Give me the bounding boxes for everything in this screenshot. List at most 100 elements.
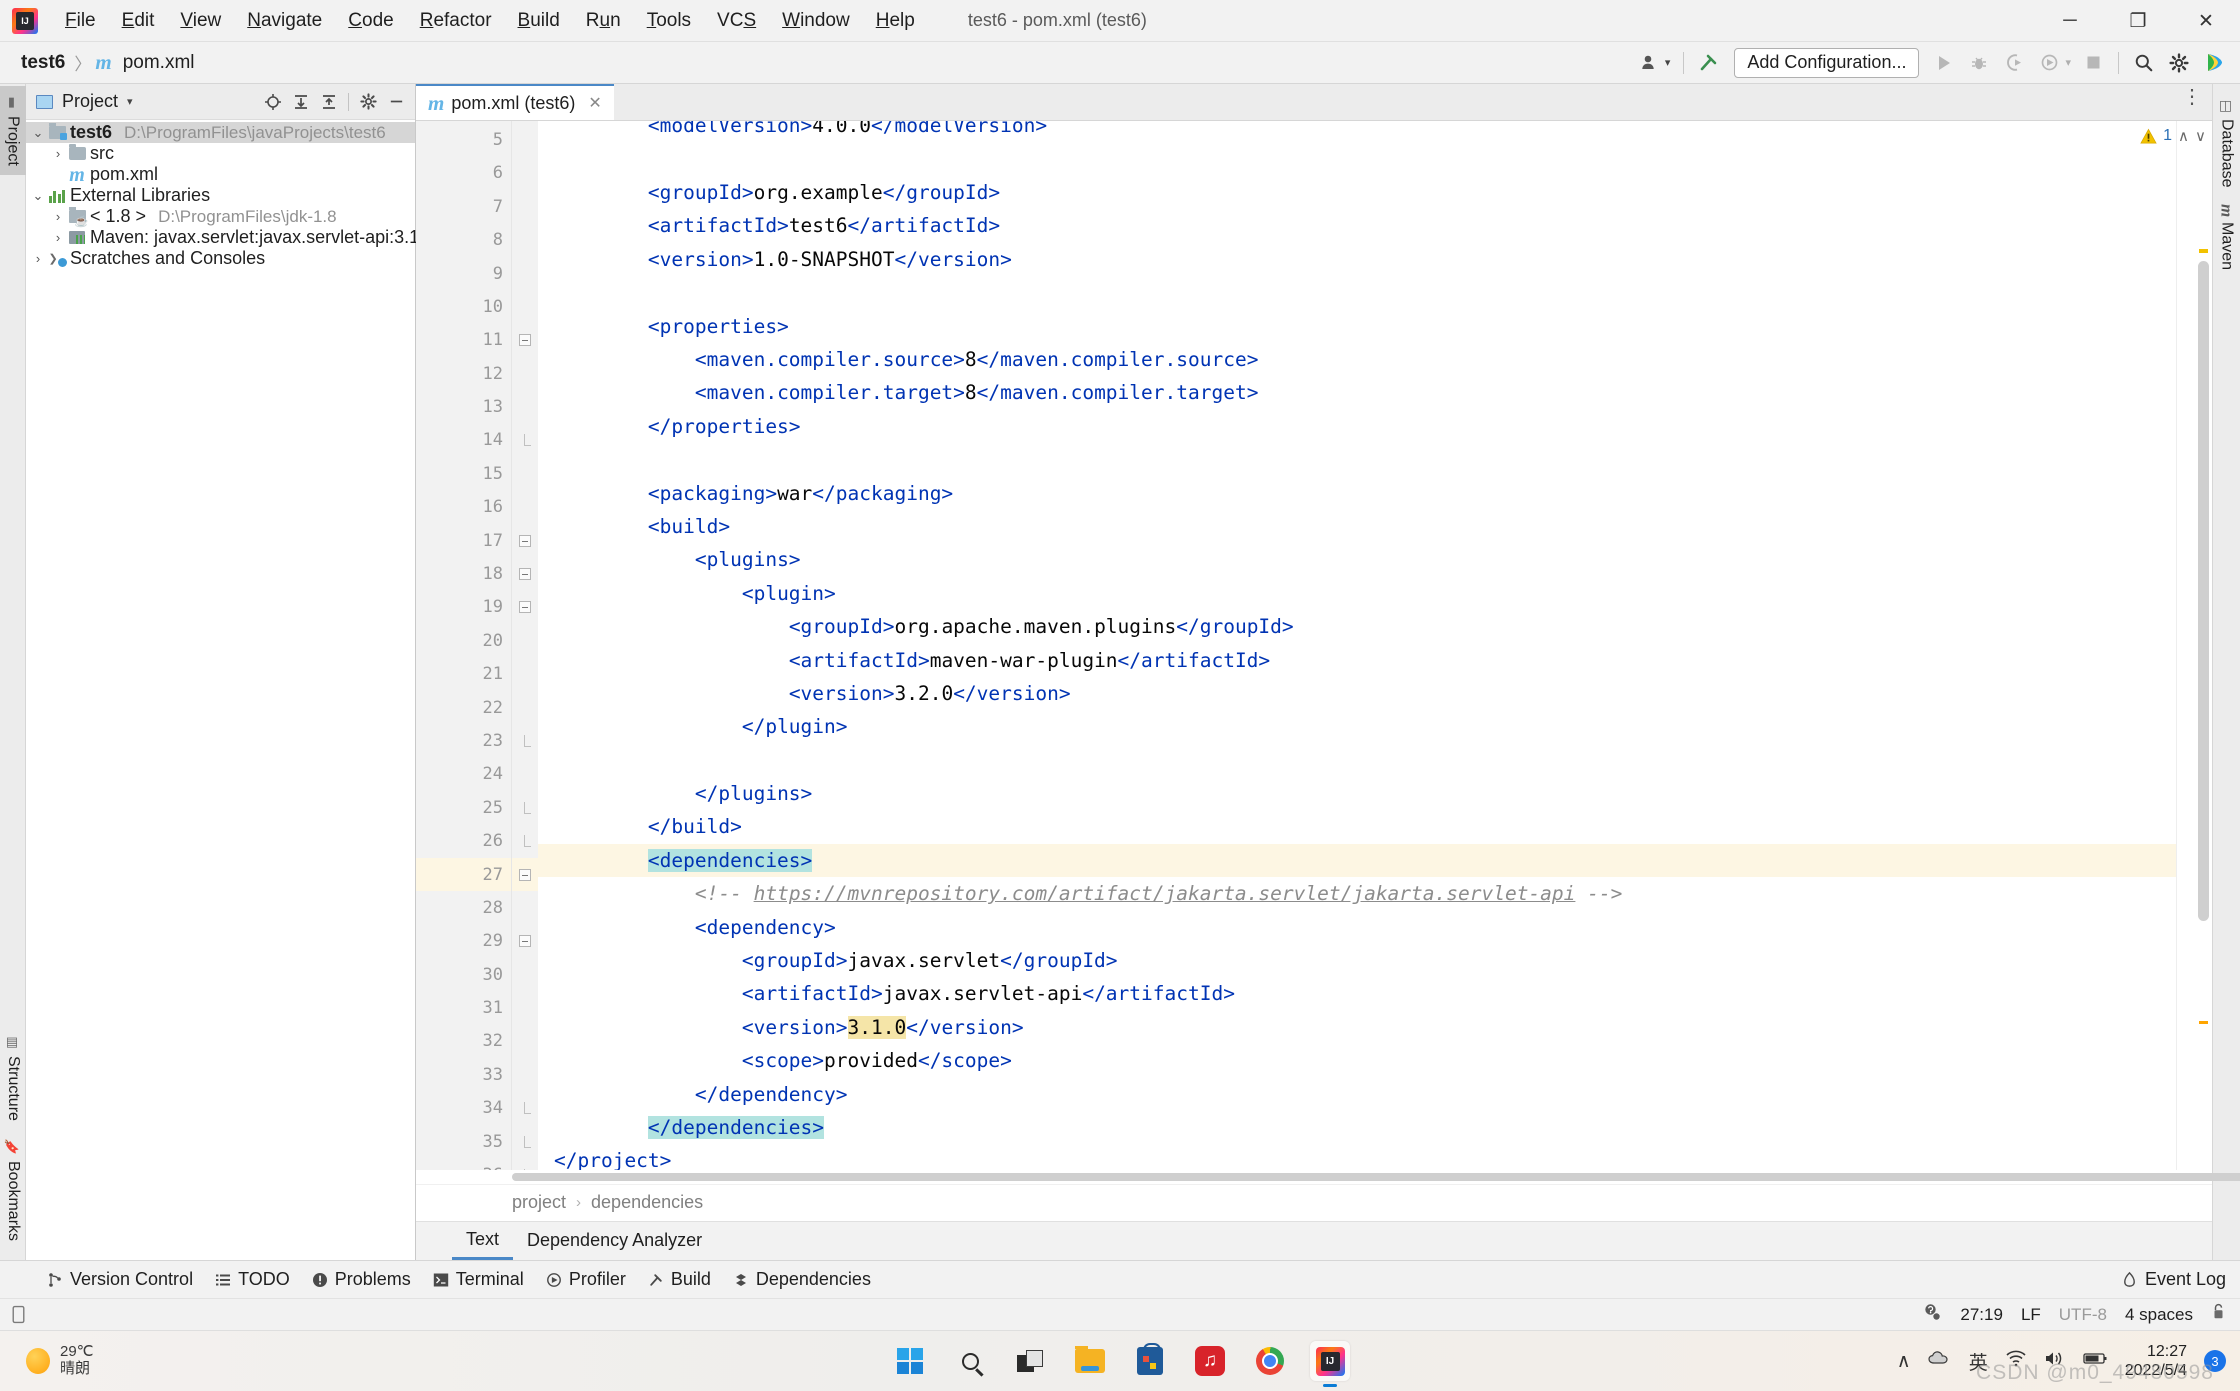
code-line[interactable]: </project> [538, 1144, 2176, 1169]
tool-version-control[interactable]: Version Control [36, 1266, 204, 1293]
code-line[interactable]: </properties> [538, 410, 2176, 443]
tab-dependency-analyzer[interactable]: Dependency Analyzer [513, 1222, 716, 1260]
inspections-widget-icon[interactable] [1922, 1302, 1942, 1327]
profiler-icon[interactable] [2033, 48, 2065, 78]
error-stripe-warning-mark[interactable] [2199, 249, 2208, 254]
account-caret-icon[interactable]: ▾ [1665, 56, 1671, 69]
intellij-idea-button[interactable] [1310, 1341, 1350, 1381]
code-line[interactable]: <dependency> [538, 911, 2176, 944]
breadcrumb-file[interactable]: pom.xml [118, 50, 200, 76]
code-line[interactable]: <version>3.2.0</version> [538, 677, 2176, 710]
profile-caret-icon[interactable]: ▾ [2065, 56, 2071, 69]
fold-collapse-icon[interactable] [512, 925, 538, 958]
menu-vcs[interactable]: VCS [704, 6, 769, 36]
chevron-right-icon[interactable]: › [50, 230, 66, 245]
chevron-down-icon[interactable]: ⌄ [30, 188, 46, 204]
horizontal-scrollbar-thumb[interactable] [512, 1172, 2240, 1181]
more-options-icon[interactable]: ⋮ [2182, 87, 2202, 107]
onedrive-cloud-icon[interactable] [1928, 1350, 1952, 1372]
code-line[interactable]: </build> [538, 810, 2176, 843]
tree-item-test6[interactable]: ⌄ test6 D:\ProgramFiles\javaProjects\tes… [26, 122, 415, 143]
code-line[interactable] [538, 443, 2176, 476]
breadcrumb-dependencies-element[interactable]: dependencies [591, 1192, 703, 1213]
stop-square-icon[interactable] [2077, 48, 2109, 78]
menu-tools[interactable]: Tools [634, 6, 704, 36]
vertical-scrollbar-thumb[interactable] [2198, 261, 2209, 922]
tree-item-external-libraries[interactable]: ⌄ External Libraries [26, 185, 415, 206]
menu-file[interactable]: File [52, 6, 109, 36]
indent-setting[interactable]: 4 spaces [2125, 1305, 2193, 1325]
code-editor[interactable]: <modelVersion>4.0.0</modelVersion> <grou… [538, 121, 2176, 1170]
code-line[interactable]: <maven.compiler.source>8</maven.compiler… [538, 343, 2176, 376]
fold-collapse-icon[interactable] [512, 857, 538, 892]
fold-region-end-icon[interactable] [512, 424, 538, 457]
tool-profiler[interactable]: Profiler [535, 1266, 637, 1293]
menu-navigate[interactable]: Navigate [234, 6, 335, 36]
code-line[interactable] [538, 744, 2176, 777]
run-play-icon[interactable] [1928, 48, 1960, 78]
code-line[interactable]: <version>3.1.0</version> [538, 1011, 2176, 1044]
add-configuration-button[interactable]: Add Configuration... [1734, 47, 1920, 78]
code-line[interactable]: <!-- https://mvnrepository.com/artifact/… [538, 877, 2176, 910]
battery-icon[interactable] [2083, 1350, 2108, 1372]
menu-window[interactable]: Window [769, 6, 863, 36]
start-button[interactable] [890, 1341, 930, 1381]
fold-region-end-icon[interactable] [512, 791, 538, 824]
fold-collapse-icon[interactable] [512, 557, 538, 590]
tool-dependencies[interactable]: Dependencies [722, 1266, 882, 1293]
code-line[interactable]: <groupId>javax.servlet</groupId> [538, 944, 2176, 977]
show-hidden-icons-chevron[interactable]: ∧ [1897, 1350, 1911, 1373]
locate-target-icon[interactable] [260, 89, 286, 115]
search-everywhere-icon[interactable] [2128, 48, 2160, 78]
code-line[interactable]: </dependencies> [538, 1111, 2176, 1144]
sidebar-tab-bookmarks[interactable]: 🔖 Bookmarks [0, 1130, 26, 1250]
menu-view[interactable]: View [167, 6, 234, 36]
menu-build[interactable]: Build [505, 6, 573, 36]
code-line[interactable] [538, 276, 2176, 309]
sidebar-tab-project[interactable]: ▮ Project [0, 86, 26, 175]
settings-gear-icon[interactable] [355, 89, 381, 115]
fold-region-end-icon[interactable] [512, 1125, 538, 1158]
chrome-button[interactable] [1250, 1341, 1290, 1381]
build-hammer-icon[interactable] [1693, 48, 1725, 78]
code-line[interactable]: <build> [538, 510, 2176, 543]
code-line[interactable]: </dependency> [538, 1078, 2176, 1111]
code-line[interactable]: <maven.compiler.target>8</maven.compiler… [538, 376, 2176, 409]
tool-build[interactable]: Build [637, 1266, 722, 1293]
code-line[interactable]: <properties> [538, 310, 2176, 343]
collapse-all-icon[interactable] [316, 89, 342, 115]
close-button[interactable]: ✕ [2172, 0, 2240, 42]
weather-widget[interactable]: 29℃ 晴朗 [26, 1343, 94, 1378]
event-log-button[interactable]: Event Log [2121, 1269, 2226, 1290]
tree-item-src[interactable]: › src [26, 143, 415, 164]
code-line[interactable] [538, 143, 2176, 176]
chevron-right-icon[interactable]: › [50, 209, 66, 224]
tool-problems[interactable]: Problems [301, 1266, 422, 1293]
clock-widget[interactable]: 12:27 2022/5/4 [2125, 1342, 2187, 1380]
tree-item-pom-xml[interactable]: › m pom.xml [26, 164, 415, 185]
file-explorer-button[interactable] [1070, 1341, 1110, 1381]
tree-item-maven-library[interactable]: › Maven: javax.servlet:javax.servlet-api… [26, 227, 434, 248]
chevron-right-icon[interactable]: › [30, 251, 46, 266]
netease-music-button[interactable]: ♫ [1190, 1341, 1230, 1381]
code-line[interactable]: <packaging>war</packaging> [538, 477, 2176, 510]
expand-all-icon[interactable] [288, 89, 314, 115]
run-with-coverage-icon[interactable] [1998, 48, 2030, 78]
code-line[interactable]: </plugin> [538, 710, 2176, 743]
sidebar-tab-structure[interactable]: ▤ Structure [0, 1026, 26, 1130]
sidebar-tab-maven[interactable]: m Maven [2214, 198, 2240, 276]
code-line[interactable]: <artifactId>test6</artifactId> [538, 209, 2176, 242]
task-view-button[interactable] [1010, 1341, 1050, 1381]
code-line[interactable]: </plugins> [538, 777, 2176, 810]
search-button[interactable] [950, 1341, 990, 1381]
sidebar-tab-database[interactable]: ◫ Database [2215, 92, 2239, 194]
menu-help[interactable]: Help [863, 6, 928, 36]
code-line[interactable]: <groupId>org.apache.maven.plugins</group… [538, 610, 2176, 643]
menu-refactor[interactable]: Refactor [407, 6, 505, 36]
memory-indicator-icon[interactable] [10, 1305, 27, 1324]
fold-region-end-icon[interactable] [512, 724, 538, 757]
prev-problem-icon[interactable]: ∧ [2178, 127, 2189, 145]
breadcrumb-project[interactable]: test6 [16, 50, 70, 76]
fold-region-end-icon[interactable] [512, 1092, 538, 1125]
minimize-button[interactable]: ─ [2036, 0, 2104, 42]
